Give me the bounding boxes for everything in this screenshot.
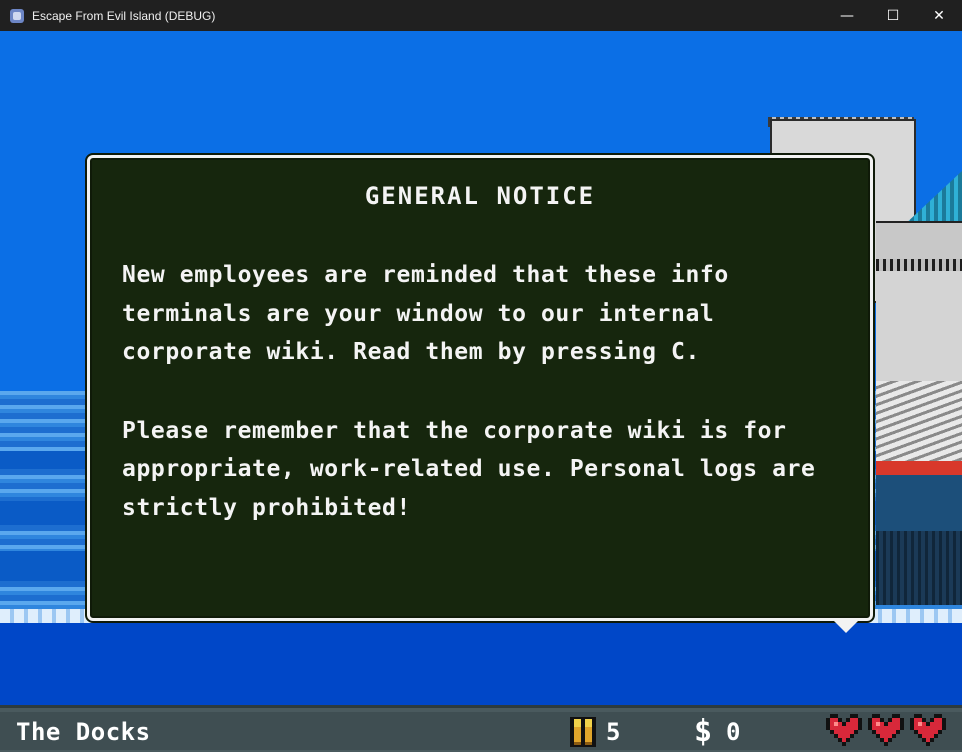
notice-title: GENERAL NOTICE	[364, 182, 596, 210]
notice-body: New employees are reminded that these in…	[122, 256, 842, 567]
deep-water	[0, 623, 962, 705]
app-icon	[10, 8, 24, 23]
ship-red-stripe	[876, 461, 962, 475]
window-title: Escape From Evil Island (DEBUG)	[32, 8, 216, 23]
heart-icon	[868, 714, 904, 746]
window-controls: — ☐ ✕	[824, 0, 962, 31]
hud-inner: The Docks 5 $ 0	[0, 712, 962, 750]
ship-lower-hull	[876, 531, 962, 605]
location-name: The Docks	[16, 718, 151, 746]
ship-cabin	[876, 221, 962, 263]
notice-paragraph-2: Please remember that the corporate wiki …	[122, 417, 816, 521]
ammo-count: 5	[606, 718, 621, 746]
money-count: 0	[726, 718, 741, 746]
hud-bar: The Docks 5 $ 0	[0, 705, 962, 752]
heart-icon	[826, 714, 862, 746]
maximize-button[interactable]: ☐	[870, 0, 916, 31]
notice-paragraph-1: New employees are reminded that these in…	[122, 262, 729, 365]
health-hearts	[826, 714, 946, 746]
game-viewport[interactable]: GENERAL NOTICE New employees are reminde…	[0, 31, 962, 705]
ship-stairs	[876, 381, 962, 461]
close-button[interactable]: ✕	[916, 0, 962, 31]
notice-dialog: GENERAL NOTICE New employees are reminde…	[87, 155, 873, 621]
minimize-button[interactable]: —	[824, 0, 870, 31]
ship-rail	[876, 259, 962, 271]
bullets-icon	[570, 717, 596, 747]
notice-pointer	[834, 621, 858, 633]
dollar-icon: $	[694, 714, 713, 749]
window-titlebar: Escape From Evil Island (DEBUG) — ☐ ✕	[0, 0, 962, 31]
heart-icon	[910, 714, 946, 746]
